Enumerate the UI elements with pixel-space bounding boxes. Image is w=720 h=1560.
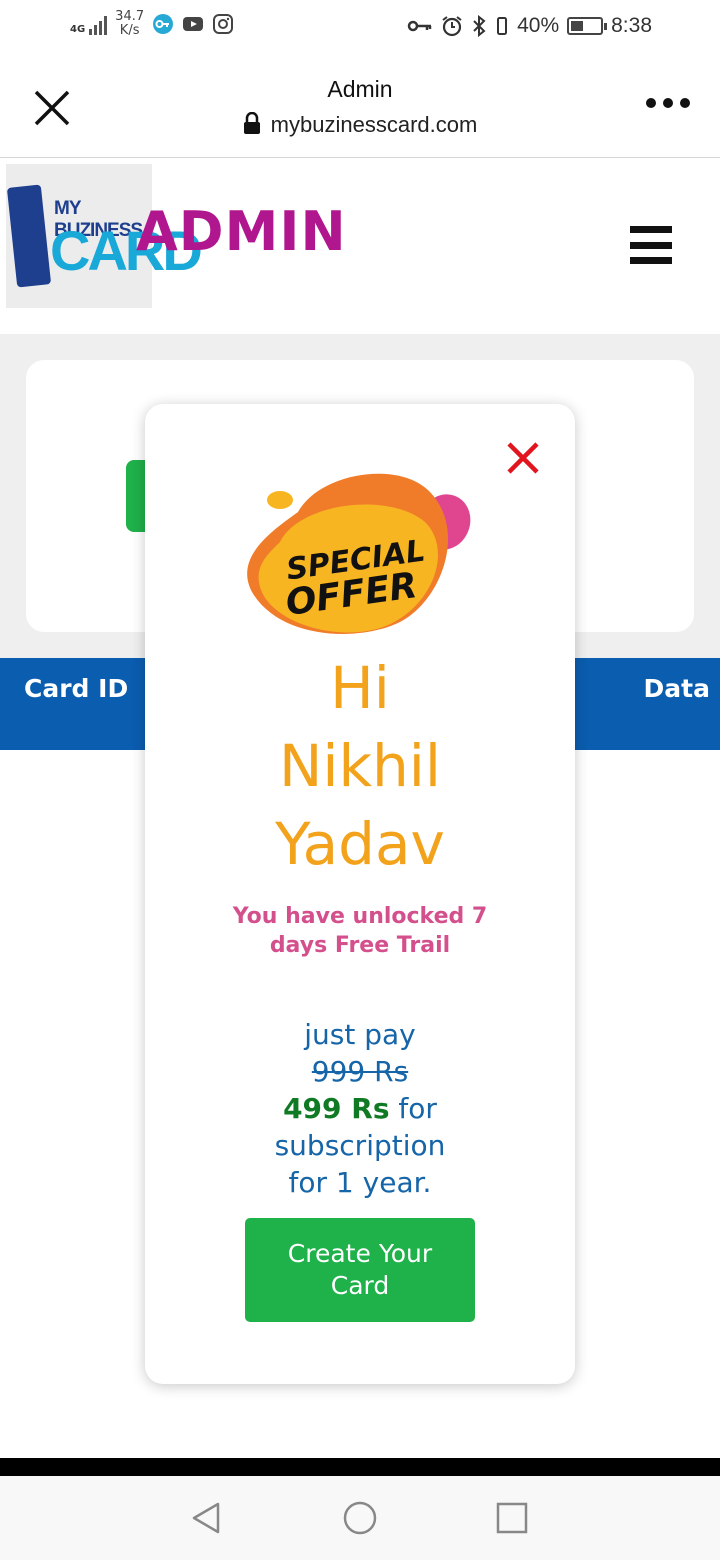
recents-icon[interactable] [494, 1500, 530, 1536]
speed-unit: K/s [119, 23, 140, 38]
bottom-divider [0, 1458, 720, 1476]
vpn-key-icon [153, 14, 174, 34]
greeting-line-1: Hi [330, 654, 390, 722]
new-price-line: 499 Rs for [175, 1090, 545, 1127]
network-speed: 34.7 K/s [115, 10, 144, 38]
pay-suffix-1: for [389, 1092, 437, 1125]
close-icon[interactable] [505, 440, 541, 476]
instagram-icon [213, 14, 234, 34]
menu-icon[interactable] [630, 226, 672, 264]
bluetooth-icon [473, 15, 486, 37]
pay-suffix-2: subscription [274, 1129, 446, 1162]
pay-suffix-3: for 1 year. [288, 1166, 432, 1199]
pricing-text: just pay 999 Rs 499 Rs for subscription … [175, 1016, 545, 1201]
trial-message: You have unlocked 7 days Free Trail [232, 904, 488, 958]
browser-title: Admin [327, 76, 393, 102]
greeting-line-2: Nikhil [278, 732, 442, 800]
url-text: mybuzinesscard.com [270, 112, 478, 137]
status-bar: 4G 34.7 K/s 40% 8:38 [0, 0, 720, 56]
brand-logo[interactable]: MY BUZINESS CARD [6, 164, 203, 308]
status-left: 4G 34.7 K/s [70, 10, 234, 38]
special-offer-modal: SPECIAL OFFER Hi Nikhil Yadav You have u… [145, 404, 575, 1384]
new-price: 499 Rs [283, 1092, 390, 1125]
old-price: 999 Rs [311, 1055, 409, 1088]
signal-icon: 4G [70, 13, 108, 35]
browser-url: mybuzinesscard.com [0, 112, 720, 138]
clock: 8:38 [611, 14, 652, 37]
greeting-line-3: Yadav [275, 810, 445, 878]
battery-percent: 40% [517, 14, 560, 37]
browser-toolbar: Admin mybuzinesscard.com [0, 56, 720, 158]
create-card-button[interactable]: Create Your Card [245, 1218, 475, 1322]
column-header-data: Data [643, 674, 710, 703]
network-type: 4G [70, 24, 86, 35]
more-options-icon[interactable] [646, 98, 690, 108]
home-icon[interactable] [342, 1500, 378, 1536]
pay-prefix: just pay [304, 1018, 416, 1051]
vibrate-icon [497, 17, 508, 35]
column-header-card-id: Card ID [24, 674, 129, 703]
alarm-icon [442, 16, 462, 37]
status-right: 40% 8:38 [407, 14, 652, 38]
page-title: ADMIN [136, 200, 347, 263]
key-icon [407, 20, 432, 32]
special-offer-badge: SPECIAL OFFER [247, 473, 471, 634]
youtube-icon [183, 17, 204, 31]
logo-card-graphic [6, 184, 52, 288]
speed-value: 34.7 [115, 9, 145, 24]
system-nav-bar [0, 1476, 720, 1560]
battery-icon [567, 17, 608, 35]
site-header: MY BUZINESS CARD ADMIN [0, 158, 720, 334]
back-icon[interactable] [188, 1500, 224, 1536]
lock-icon [243, 112, 260, 134]
